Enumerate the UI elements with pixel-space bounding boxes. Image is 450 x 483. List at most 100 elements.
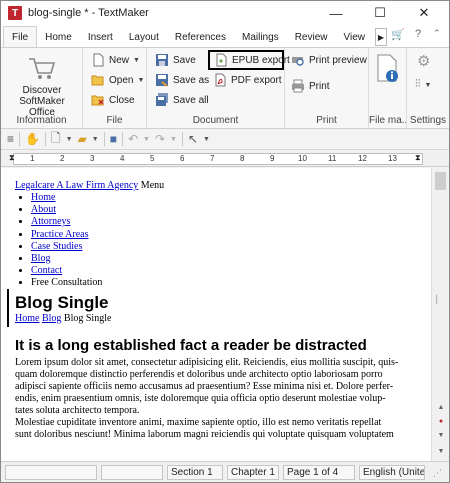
breadcrumb-home-link[interactable]: Home [15,313,39,324]
right-indent-marker-icon[interactable]: ⧗ [415,153,421,163]
save-icon[interactable]: ■ [110,132,117,146]
ribbon: Discover SoftMaker Office Information Ne… [1,47,449,129]
ruler-number: 11 [328,154,337,163]
tabs-scroll-right-icon[interactable]: ▶ [374,28,387,46]
settings-gear-button[interactable]: ⚙ [417,52,430,70]
hamburger-menu-icon[interactable]: ≡ [7,132,14,146]
scroll-down-icon[interactable]: ▼ [432,448,449,455]
redo-icon[interactable]: ↷ [155,132,165,146]
undo-icon[interactable]: ↶ [128,132,138,146]
tab-file[interactable]: File [3,26,38,47]
chevron-down-icon[interactable]: ▼ [203,136,210,143]
open-folder-icon[interactable]: ▰ [78,132,87,146]
scroll-split-icon[interactable]: ⎸ [432,294,449,305]
list-item: Practice Areas [31,229,431,241]
ribbon-collapse-icon[interactable]: ⌃ [433,28,441,39]
settings-options-button[interactable]: ⫶⫶ ▼ [415,78,431,91]
nav-link-about[interactable]: About [31,204,56,215]
print-preview-icon [291,53,305,67]
close-button[interactable]: Close [91,93,135,107]
save-all-button[interactable]: Save all [155,93,209,107]
status-section[interactable]: Section 1 [167,465,223,480]
minimize-icon: — [329,5,343,21]
nav-link-case-studies[interactable]: Case Studies [31,241,82,252]
pointer-icon[interactable]: ↖ [188,132,198,146]
hand-tool-icon[interactable]: ✋ [25,132,40,146]
horizontal-ruler[interactable]: 1 2 3 4 5 6 7 8 9 10 11 12 13 ⧗ ⧗ [1,151,449,167]
header-site-link[interactable]: Legalcare A Law Firm Agency [15,180,138,191]
tab-mailings[interactable]: Mailings [234,27,287,47]
print-preview-button[interactable]: Print preview [291,53,367,67]
list-item: Attorneys [31,216,431,228]
page-down-icon[interactable]: ▼ [432,432,449,439]
chevron-down-icon[interactable]: ▼ [92,136,99,143]
nav-link-contact[interactable]: Contact [31,265,62,276]
status-page[interactable]: Page 1 of 4 [283,465,355,480]
left-indent-marker-icon[interactable]: ⧗ [9,153,15,163]
breadcrumb: Home Blog Blog Single [15,313,431,325]
nav-link-blog[interactable]: Blog [31,253,50,264]
browse-object-icon[interactable]: ● [432,418,449,425]
minimize-button[interactable]: — [314,1,358,25]
page-up-icon[interactable]: ▲ [432,404,449,411]
quick-access-toolbar: ≡ ✋ 🗋 ▼ ▰ ▼ ■ ↶ ▼ ↷ ▼ ↖ ▼ [1,129,449,150]
tab-home[interactable]: Home [37,27,80,47]
file-manager-button[interactable] [375,54,401,84]
group-settings: ⚙ ⫶⫶ ▼ Settings [407,48,449,128]
group-document: Save Save as Save all EPUB export PDF ex… [147,48,290,128]
scrollbar-thumb[interactable] [435,172,446,190]
chevron-down-icon[interactable]: ▼ [170,136,177,143]
shop-icon[interactable]: 🛒 [391,28,405,41]
nav-link-attorneys[interactable]: Attorneys [31,216,70,227]
print-button[interactable]: Print [291,79,330,93]
nav-link-practice-areas[interactable]: Practice Areas [31,229,88,240]
group-label-information: Information [16,115,67,126]
save-as-button[interactable]: Save as [155,73,209,87]
shopping-cart-icon [29,58,56,79]
new-button[interactable]: New ▼ [91,53,140,67]
window-title: blog-single * - TextMaker [28,7,149,19]
status-bar: Section 1 Chapter 1 Page 1 of 4 English … [1,461,449,482]
close-window-button[interactable]: ✕ [402,1,446,25]
paragraph-line: Molestiae cupiditate inventore animi, ma… [15,416,382,428]
toolbar-divider [44,132,46,146]
breadcrumb-current: Blog Single [63,312,112,324]
ruler-number: 6 [180,154,185,163]
save-button[interactable]: Save [155,53,196,67]
group-label-file-manager: File ma... [369,115,406,126]
group-print: Print preview Print Print [285,48,369,128]
tab-view[interactable]: View [335,27,373,47]
chevron-down-icon: ▼ [424,82,432,89]
open-button[interactable]: Open ▼ [91,73,144,87]
list-item: Case Studies [31,241,431,253]
open-folder-icon [91,73,105,87]
breadcrumb-blog-link[interactable]: Blog [42,313,61,324]
tab-layout[interactable]: Layout [121,27,167,47]
maximize-button[interactable]: ☐ [358,1,402,25]
resize-grip-icon[interactable]: ⋰ [433,468,442,479]
discover-softmaker-button[interactable]: Discover SoftMaker Office [5,54,79,118]
vertical-scrollbar[interactable]: ⎸ ▲ ● ▼ ▼ [431,168,449,461]
ruler-number: 2 [60,154,65,163]
chevron-down-icon[interactable]: ▼ [143,136,150,143]
tab-insert[interactable]: Insert [80,27,121,47]
new-document-icon[interactable]: 🗋 [51,129,61,150]
document-page[interactable]: Legalcare A Law Firm Agency Menu Home Ab… [1,168,431,461]
pdf-icon [213,73,227,87]
tab-references[interactable]: References [167,27,234,47]
pdf-export-button[interactable]: PDF export [213,73,282,87]
chevron-down-icon[interactable]: ▼ [66,136,73,143]
textmaker-app-icon[interactable]: T [8,6,22,20]
nav-link-home[interactable]: Home [31,192,55,203]
epub-icon [214,53,228,67]
status-chapter[interactable]: Chapter 1 [227,465,279,480]
ruler-number: 8 [240,154,245,163]
article-heading: It is a long established fact a reader b… [15,336,367,354]
maximize-icon: ☐ [374,5,386,20]
status-language[interactable]: English (United [359,465,425,480]
tab-review[interactable]: Review [287,27,336,47]
toolbar-divider [19,132,21,146]
list-item: Home [31,192,431,204]
help-icon[interactable]: ? [415,28,421,40]
epub-export-button[interactable]: EPUB export [208,50,290,70]
